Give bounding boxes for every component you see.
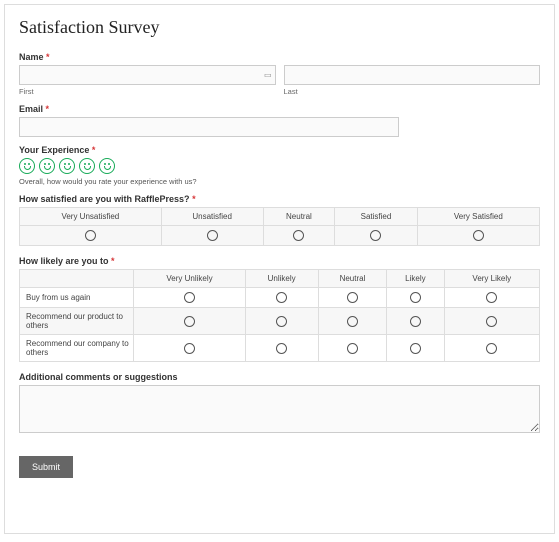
comments-label: Additional comments or suggestions xyxy=(19,372,540,382)
smiley-icon[interactable] xyxy=(59,158,75,174)
radio-option[interactable] xyxy=(85,230,96,241)
satisfaction-section: How satisfied are you with RafflePress? … xyxy=(19,194,540,246)
radio-option[interactable] xyxy=(347,292,358,303)
required-mark: * xyxy=(92,145,96,155)
last-name-input[interactable] xyxy=(284,65,541,85)
col-header: Unsatisfied xyxy=(161,208,263,226)
radio-option[interactable] xyxy=(347,316,358,327)
radio-option[interactable] xyxy=(276,292,287,303)
likely-section: How likely are you to * Very Unlikely Un… xyxy=(19,256,540,362)
radio-option[interactable] xyxy=(486,292,497,303)
radio-option[interactable] xyxy=(276,316,287,327)
likely-label: How likely are you to * xyxy=(19,256,540,266)
first-sublabel: First xyxy=(19,87,276,96)
last-sublabel: Last xyxy=(284,87,541,96)
name-label: Name * xyxy=(19,52,540,62)
contact-card-icon: ▭ xyxy=(264,71,272,80)
email-label: Email * xyxy=(19,104,540,114)
col-header: Very Unlikely xyxy=(134,270,245,288)
radio-option[interactable] xyxy=(370,230,381,241)
experience-label: Your Experience * xyxy=(19,145,540,155)
smiley-rating xyxy=(19,158,540,174)
smiley-icon[interactable] xyxy=(39,158,55,174)
col-header: Very Satisfied xyxy=(417,208,539,226)
experience-help: Overall, how would you rate your experie… xyxy=(19,177,540,186)
radio-option[interactable] xyxy=(486,343,497,354)
satisfaction-table: Very Unsatisfied Unsatisfied Neutral Sat… xyxy=(19,207,540,246)
radio-option[interactable] xyxy=(184,316,195,327)
row-label: Recommend our company to others xyxy=(20,335,134,362)
col-header: Likely xyxy=(387,270,444,288)
required-mark: * xyxy=(46,52,50,62)
radio-option[interactable] xyxy=(473,230,484,241)
radio-option[interactable] xyxy=(184,343,195,354)
col-header: Satisfied xyxy=(335,208,417,226)
comments-textarea[interactable] xyxy=(19,385,540,433)
name-section: Name * ▭ First Last xyxy=(19,52,540,96)
submit-button[interactable]: Submit xyxy=(19,456,73,478)
row-label: Recommend our product to others xyxy=(20,308,134,335)
radio-option[interactable] xyxy=(184,292,195,303)
col-header: Very Likely xyxy=(444,270,539,288)
page-title: Satisfaction Survey xyxy=(19,17,540,38)
radio-option[interactable] xyxy=(207,230,218,241)
experience-section: Your Experience * Overall, how would you… xyxy=(19,145,540,186)
smiley-icon[interactable] xyxy=(99,158,115,174)
likely-table: Very Unlikely Unlikely Neutral Likely Ve… xyxy=(19,269,540,362)
col-header: Neutral xyxy=(263,208,335,226)
comments-section: Additional comments or suggestions xyxy=(19,372,540,438)
email-section: Email * xyxy=(19,104,540,137)
required-mark: * xyxy=(46,104,50,114)
radio-option[interactable] xyxy=(410,343,421,354)
radio-option[interactable] xyxy=(410,292,421,303)
radio-option[interactable] xyxy=(293,230,304,241)
email-input[interactable] xyxy=(19,117,399,137)
radio-option[interactable] xyxy=(410,316,421,327)
required-mark: * xyxy=(192,194,196,204)
radio-option[interactable] xyxy=(347,343,358,354)
col-header: Unlikely xyxy=(245,270,318,288)
col-header: Very Unsatisfied xyxy=(20,208,162,226)
smiley-icon[interactable] xyxy=(19,158,35,174)
smiley-icon[interactable] xyxy=(79,158,95,174)
radio-option[interactable] xyxy=(486,316,497,327)
required-mark: * xyxy=(111,256,115,266)
radio-option[interactable] xyxy=(276,343,287,354)
col-header: Neutral xyxy=(318,270,386,288)
row-label: Buy from us again xyxy=(20,288,134,308)
first-name-input[interactable] xyxy=(19,65,276,85)
survey-form: Satisfaction Survey Name * ▭ First Last … xyxy=(4,4,555,534)
satisfaction-label: How satisfied are you with RafflePress? … xyxy=(19,194,540,204)
